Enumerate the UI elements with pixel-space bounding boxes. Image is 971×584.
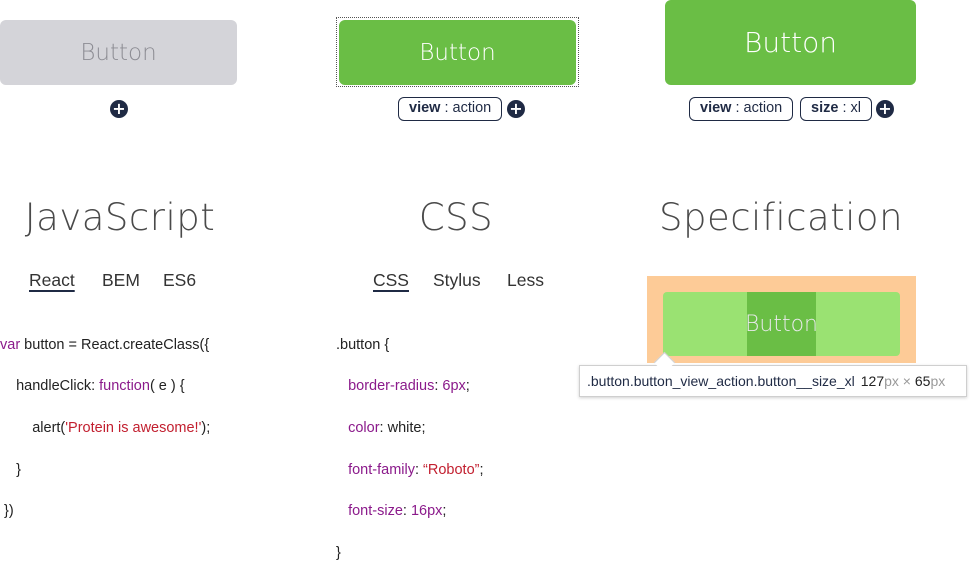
xl-button-label: Button (744, 26, 837, 59)
default-button-label: Button (80, 39, 157, 66)
tab-es6[interactable]: ES6 (163, 270, 196, 291)
css-heading: CSS (418, 196, 494, 239)
javascript-code-block: var button = React.createClass({ handleC… (0, 314, 210, 543)
code-line: var button = React.createClass({ (0, 336, 210, 353)
code-line: font-family: “Roboto”; (348, 461, 484, 478)
spec-dimensions-tooltip: .button.button_view_action.button__size_… (579, 365, 967, 397)
tab-react[interactable]: React (29, 270, 75, 291)
default-button[interactable]: Button (0, 20, 237, 85)
code-line: handleClick: function( e ) { (0, 378, 185, 395)
specification-heading: Specification (658, 196, 904, 239)
javascript-heading: JavaScript (24, 196, 216, 239)
code-line: border-radius: 6px; (348, 378, 470, 395)
tooltip-width: 127px × 65px (860, 373, 946, 389)
modifier-tag-view[interactable]: view : action (689, 97, 794, 121)
tab-less[interactable]: Less (507, 270, 544, 291)
code-line: }) (0, 503, 14, 520)
action-button-label: Button (419, 39, 496, 66)
code-line: .button { (336, 336, 390, 353)
add-modifier-plus-icon[interactable]: + (876, 100, 894, 118)
code-line: } (0, 461, 21, 478)
xl-action-button[interactable]: Button (665, 0, 916, 85)
tab-stylus[interactable]: Stylus (433, 270, 481, 291)
tooltip-selector: .button.button_view_action.button__size_… (587, 373, 855, 389)
tab-css[interactable]: CSS (373, 270, 409, 291)
code-line: } (336, 544, 341, 561)
code-line: color: white; (348, 419, 426, 436)
modifier-tag-view[interactable]: view : action (398, 97, 503, 121)
add-modifier-plus-icon[interactable]: + (110, 100, 128, 118)
code-line: font-size: 16px; (348, 503, 447, 520)
modifier-tag-size[interactable]: size : xl (800, 97, 872, 121)
action-button[interactable]: Button (339, 20, 576, 85)
add-modifier-plus-icon[interactable]: + (507, 100, 525, 118)
code-line: alert('Protein is awesome!'); (0, 419, 211, 436)
spec-button-label: Button (744, 311, 818, 337)
tab-bem[interactable]: BEM (102, 270, 140, 291)
css-code-block: .button { border-radius: 6px; color: whi… (336, 314, 484, 584)
